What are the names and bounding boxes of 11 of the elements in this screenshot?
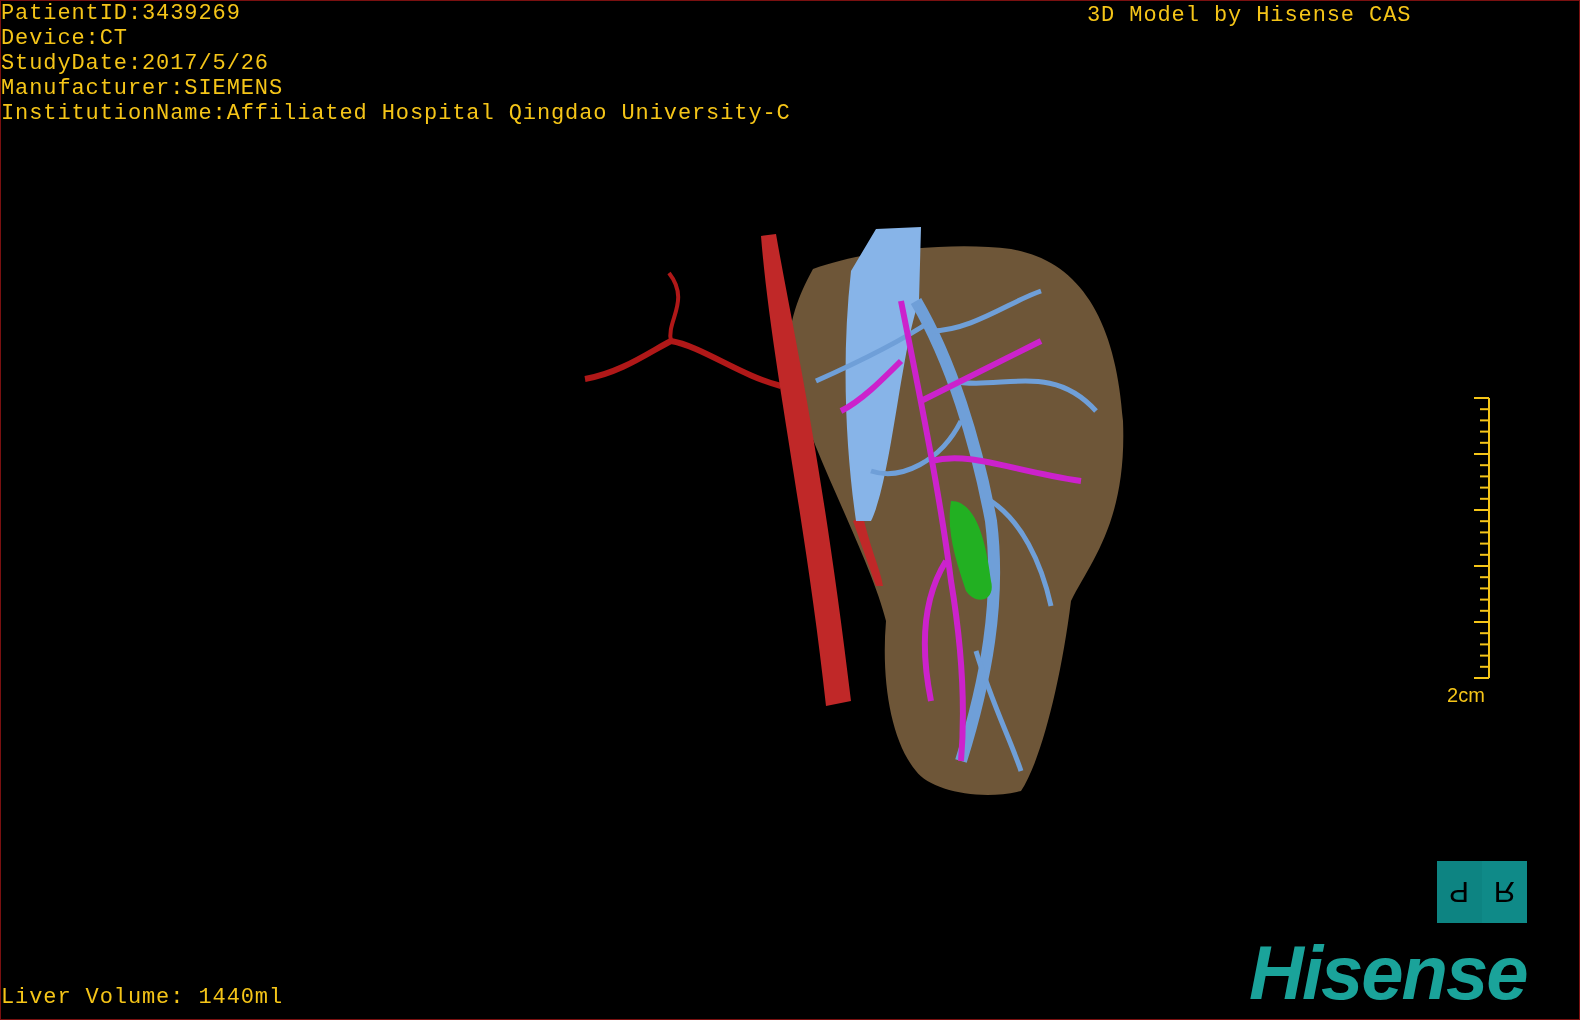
patient-info-line: PatientID:3439269 xyxy=(1,1,242,26)
patient-info-line: InstitutionName:Affiliated Hospital Qingdao University-C xyxy=(1,101,791,126)
patient-info-line: Device:CT xyxy=(1,26,129,51)
patient-info-line: StudyDate:2017/5/26 xyxy=(1,51,270,76)
liver-volume: Liver Volume: 1440ml xyxy=(1,985,284,1010)
orientation-letter: R xyxy=(1493,876,1516,908)
model-credit: 3D Model by Hisense CAS xyxy=(1087,3,1412,28)
logo: Hisense xyxy=(1249,933,1527,1013)
patient-info-line: Manufacturer:SIEMENS xyxy=(1,76,285,101)
orientation-letter: P xyxy=(1449,876,1470,908)
scale-label: 2cm xyxy=(1447,685,1485,705)
